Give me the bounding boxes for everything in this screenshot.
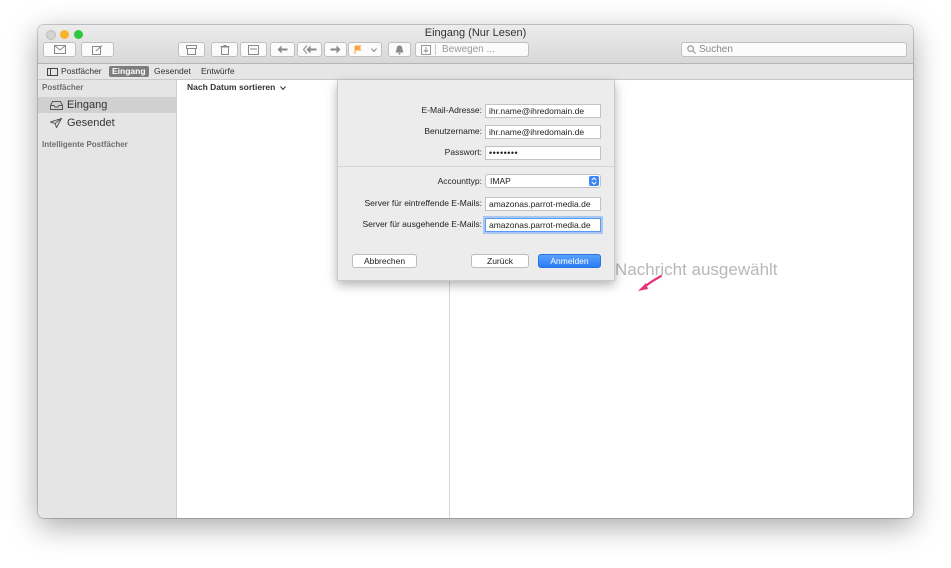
account-setup-sheet: E-Mail-Adresse: ihr.name@ihredomain.de B… <box>337 80 615 281</box>
chevron-down-icon <box>370 47 377 52</box>
sort-label: Nach Datum sortieren <box>187 82 276 92</box>
chevron-updown-icon <box>589 176 599 186</box>
cancel-button[interactable]: Abbrechen <box>352 254 417 268</box>
password-label: Passwort: <box>444 147 482 157</box>
title-bar: Eingang (Nur Lesen) Bewegen ... Suchen <box>38 25 913 64</box>
reply-icon <box>277 45 288 54</box>
divider <box>338 166 614 167</box>
incoming-server-field[interactable]: amazonas.parrot-media.de <box>485 197 601 211</box>
move-placeholder: Bewegen ... <box>442 44 495 55</box>
email-field[interactable]: ihr.name@ihredomain.de <box>485 104 601 118</box>
compose-icon <box>92 44 103 55</box>
mail-window: Eingang (Nur Lesen) Bewegen ... Suchen P… <box>38 25 913 518</box>
paper-plane-icon <box>49 118 63 128</box>
delete-button[interactable] <box>211 42 238 57</box>
chevron-down-icon <box>279 86 286 91</box>
get-mail-button[interactable] <box>43 42 76 57</box>
reply-all-icon <box>302 45 316 54</box>
password-field[interactable]: •••••••• <box>485 146 601 160</box>
sign-in-button[interactable]: Anmelden <box>538 254 601 268</box>
outgoing-server-field[interactable]: amazonas.parrot-media.de <box>485 218 601 232</box>
sidebar-item-label: Eingang <box>67 99 108 111</box>
favorite-sent-button[interactable]: Gesendet <box>151 66 194 77</box>
outgoing-server-label: Server für ausgehende E-Mails: <box>362 219 482 229</box>
username-field[interactable]: ihr.name@ihredomain.de <box>485 125 601 139</box>
search-icon <box>687 45 696 54</box>
mailboxes-toggle-button[interactable]: Postfächer <box>44 66 105 77</box>
sidebar-icon <box>47 67 58 76</box>
favorite-inbox-button[interactable]: Eingang <box>109 66 149 77</box>
flag-button[interactable] <box>348 42 382 57</box>
trash-icon <box>220 44 229 55</box>
back-button[interactable]: Zurück <box>471 254 529 268</box>
arrow-pointer-icon <box>638 274 663 291</box>
archive-icon <box>186 44 197 55</box>
compose-button[interactable] <box>81 42 114 57</box>
sidebar-section-smart-mailboxes: Intelligente Postfächer <box>42 140 128 149</box>
incoming-server-label: Server für eintreffende E-Mails: <box>364 198 482 208</box>
envelope-icon <box>53 45 66 54</box>
sidebar: Postfächer Eingang Gesendet Intelligente… <box>38 80 177 518</box>
sidebar-section-mailboxes: Postfächer <box>42 83 84 92</box>
account-type-value: IMAP <box>490 176 511 186</box>
favorites-bar: Postfächer Eingang Gesendet Entwürfe <box>38 64 913 80</box>
window-title: Eingang (Nur Lesen) <box>424 27 527 39</box>
account-type-label: Accounttyp: <box>437 176 482 186</box>
account-type-select[interactable]: IMAP <box>485 174 601 188</box>
move-mailbox-icon <box>421 44 431 55</box>
inbox-icon <box>49 100 63 110</box>
bell-icon <box>395 45 404 55</box>
move-to-mailbox-field[interactable]: Bewegen ... <box>415 42 529 57</box>
mailboxes-label: Postfächer <box>61 66 102 76</box>
favorite-drafts-button[interactable]: Entwürfe <box>198 66 238 77</box>
archive-button[interactable] <box>178 42 205 57</box>
reply-button[interactable] <box>270 42 295 57</box>
username-label: Benutzername: <box>424 126 482 136</box>
email-label: E-Mail-Adresse: <box>421 105 482 115</box>
search-input[interactable]: Suchen <box>681 42 907 57</box>
sort-menu[interactable]: Nach Datum sortieren <box>187 82 286 92</box>
search-placeholder: Suchen <box>699 44 733 55</box>
sidebar-item-inbox[interactable]: Eingang <box>38 97 176 113</box>
sidebar-item-sent[interactable]: Gesendet <box>38 115 176 131</box>
junk-icon <box>248 44 259 55</box>
reply-all-button[interactable] <box>297 42 322 57</box>
junk-button[interactable] <box>240 42 267 57</box>
mute-button[interactable] <box>388 42 411 57</box>
forward-button[interactable] <box>324 42 347 57</box>
sidebar-item-label: Gesendet <box>67 117 115 129</box>
flag-icon <box>354 45 361 54</box>
separator <box>435 44 436 55</box>
forward-icon <box>330 45 341 54</box>
